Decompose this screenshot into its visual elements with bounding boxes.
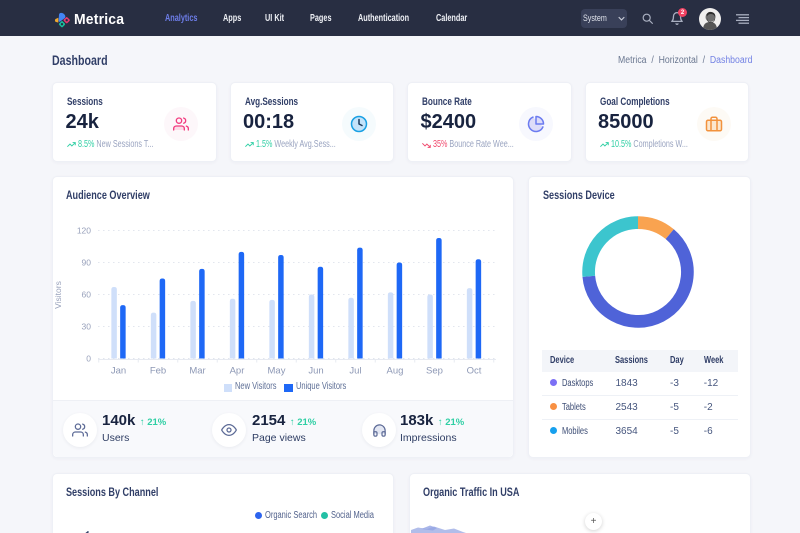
- svg-text:0: 0: [86, 353, 91, 363]
- svg-text:Visitors: Visitors: [53, 281, 63, 309]
- svg-text:Jul: Jul: [349, 365, 361, 376]
- svg-text:Apr: Apr: [230, 365, 245, 376]
- svg-text:Aug: Aug: [387, 365, 404, 376]
- svg-text:Jun: Jun: [308, 365, 323, 376]
- svg-text:Feb: Feb: [150, 365, 166, 376]
- svg-text:Mar: Mar: [189, 365, 205, 376]
- svg-text:Sep: Sep: [426, 365, 443, 376]
- svg-text:Jan: Jan: [111, 365, 126, 376]
- svg-text:120: 120: [77, 225, 91, 235]
- svg-text:Oct: Oct: [467, 365, 482, 376]
- svg-text:90: 90: [82, 257, 92, 267]
- svg-text:30: 30: [82, 321, 92, 331]
- svg-text:May: May: [268, 365, 286, 376]
- svg-text:60: 60: [82, 289, 92, 299]
